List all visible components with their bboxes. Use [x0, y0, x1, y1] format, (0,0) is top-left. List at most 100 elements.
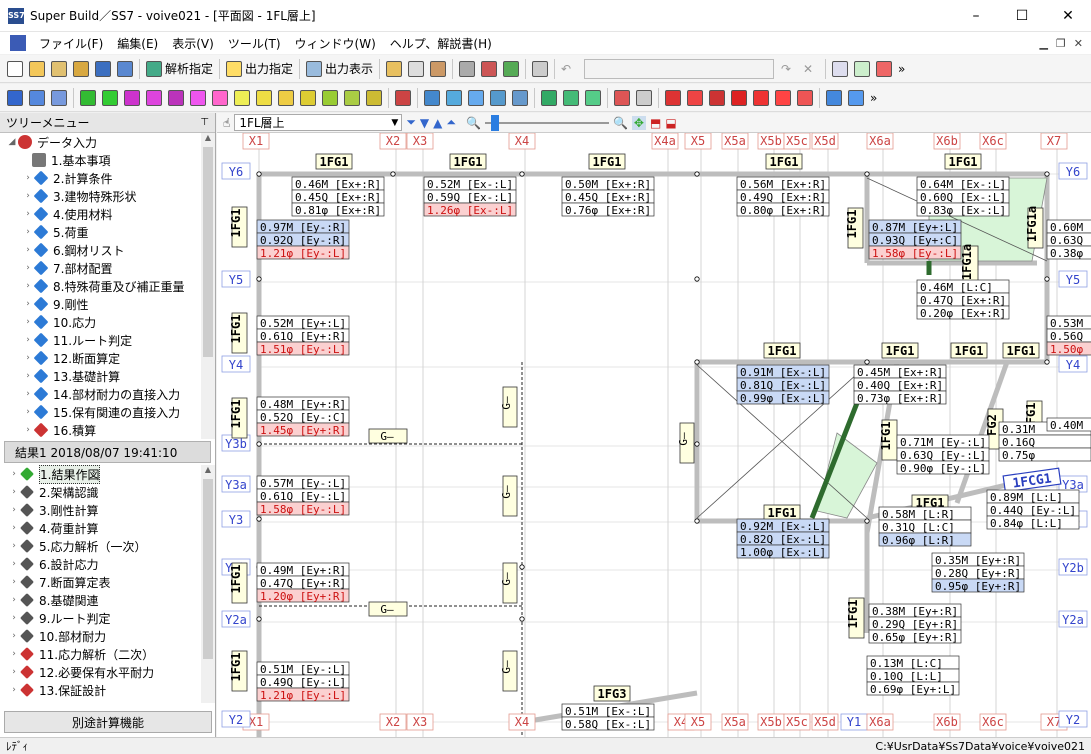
result-scroll-up-arrow[interactable]: ▲	[201, 465, 215, 474]
open-icon[interactable]	[26, 58, 48, 80]
report-icon[interactable]	[383, 58, 405, 80]
pin-icon[interactable]: ⊤	[200, 117, 209, 128]
node-add-icon[interactable]	[465, 87, 487, 109]
mdi-close-icon[interactable]: ✕	[1074, 37, 1083, 50]
horizontal-link-icon[interactable]	[823, 87, 845, 109]
expand-icon[interactable]: ›	[8, 505, 20, 515]
menu-file[interactable]: ファイル(F)	[32, 35, 110, 52]
tree-item-7[interactable]: › 7.部材配置	[0, 259, 215, 277]
tree-item-4[interactable]: › 4.使用材料	[0, 205, 215, 223]
expand-icon[interactable]: ›	[8, 667, 20, 677]
frame-icon[interactable]	[851, 58, 873, 80]
expand-icon[interactable]: ›	[8, 685, 20, 695]
result-item-6[interactable]: › 6.設計応力	[0, 555, 215, 573]
redo-icon[interactable]: ↷	[778, 58, 800, 80]
tree-item-12[interactable]: › 12.断面算定	[0, 349, 215, 367]
new-icon[interactable]	[4, 58, 26, 80]
expand-icon[interactable]: ›	[22, 227, 34, 237]
tree-item-10[interactable]: › 10.応力	[0, 313, 215, 331]
tree-scrollbar[interactable]: ▲	[201, 133, 215, 439]
expand-icon[interactable]: ›	[22, 407, 34, 417]
zoom-slider-thumb[interactable]	[490, 114, 499, 131]
undo-icon[interactable]: ↶	[558, 58, 580, 80]
tree-item-15[interactable]: › 15.保有関連の直接入力	[0, 403, 215, 421]
tree-item-11[interactable]: › 11.ルート判定	[0, 331, 215, 349]
expand-icon[interactable]: ›	[22, 389, 34, 399]
close-button[interactable]: ✕	[1045, 0, 1091, 32]
green-column-icon[interactable]	[319, 87, 341, 109]
expand-icon[interactable]: ›	[22, 245, 34, 255]
load-down-icon[interactable]	[662, 87, 684, 109]
result-item-7[interactable]: › 7.断面算定表	[0, 573, 215, 591]
grid-icon[interactable]	[873, 58, 895, 80]
expand-icon[interactable]: ›	[22, 299, 34, 309]
app-menu-icon[interactable]	[10, 35, 26, 51]
tree-item-2[interactable]: › 2.計算条件	[0, 169, 215, 187]
result-item-10[interactable]: › 10.部材耐力	[0, 627, 215, 645]
expand-icon[interactable]: ›	[8, 469, 20, 479]
result-item-3[interactable]: › 3.剛性計算	[0, 501, 215, 519]
expand-icon[interactable]: ›	[8, 613, 20, 623]
floor-top-icon[interactable]: ⏷	[406, 115, 416, 130]
result-item-2[interactable]: › 2.架構認識	[0, 483, 215, 501]
menu-view[interactable]: 表示(V)	[165, 35, 221, 52]
history-combo[interactable]	[584, 58, 775, 79]
distributed-load-icon[interactable]	[772, 87, 794, 109]
expand-icon[interactable]: ›	[22, 281, 34, 291]
hand-icon[interactable]: ☝	[223, 116, 230, 130]
house-icon[interactable]	[611, 87, 633, 109]
node-move-icon[interactable]	[443, 87, 465, 109]
load-arrow-icon[interactable]	[684, 87, 706, 109]
tree-item-8[interactable]: › 8.特殊荷重及び補正重量	[0, 277, 215, 295]
tree-item-16[interactable]: › 16.積算	[0, 421, 215, 439]
print-icon[interactable]	[456, 58, 478, 80]
zoom-out-icon[interactable]: 🔍	[466, 116, 481, 130]
csv-import-icon[interactable]	[500, 58, 522, 80]
expand-icon[interactable]: ›	[22, 371, 34, 381]
panel-icon[interactable]	[209, 87, 231, 109]
lateral-load-icon[interactable]	[750, 87, 772, 109]
output-settings-button[interactable]: 出力指定	[223, 58, 296, 80]
expand-icon[interactable]: ›	[8, 487, 20, 497]
pencil-icon[interactable]	[231, 87, 253, 109]
zoom-slider[interactable]	[484, 114, 609, 131]
beam-icon[interactable]	[99, 87, 121, 109]
node-insert-icon[interactable]	[509, 87, 531, 109]
menu-window[interactable]: ウィンドウ(W)	[288, 35, 383, 52]
menu-edit[interactable]: 編集(E)	[110, 35, 165, 52]
yellow-beam-icon[interactable]	[253, 87, 275, 109]
frame-grid-icon[interactable]	[26, 87, 48, 109]
tree-root[interactable]: ◢ データ入力	[0, 133, 215, 151]
comment-icon[interactable]	[529, 58, 551, 80]
result-scrollbar[interactable]: ▲	[201, 465, 215, 703]
floor-up-icon[interactable]: ▲	[433, 116, 442, 130]
collapse-icon[interactable]: ◢	[6, 137, 18, 147]
expand-icon[interactable]: ›	[22, 263, 34, 273]
result-item-12[interactable]: › 12.必要保有水平耐力	[0, 663, 215, 681]
yellow-column-icon[interactable]	[297, 87, 319, 109]
fit-icon[interactable]: ✥	[631, 115, 646, 130]
envelope-icon[interactable]	[275, 87, 297, 109]
save-as-icon[interactable]	[114, 58, 136, 80]
export-up-icon[interactable]: ⬒	[650, 116, 661, 130]
expand-icon[interactable]: ›	[22, 425, 34, 435]
tree-item-13[interactable]: › 13.基礎計算	[0, 367, 215, 385]
result-item-5[interactable]: › 5.応力解析（一次）	[0, 537, 215, 555]
minimize-button[interactable]: –	[953, 0, 999, 32]
list-icon[interactable]	[405, 58, 427, 80]
result-item-1[interactable]: › 1.結果作図	[0, 465, 215, 484]
maximize-button[interactable]: ☐	[999, 0, 1045, 32]
floor-down-icon[interactable]: ▼	[420, 116, 429, 130]
export-down-icon[interactable]: ⬓	[665, 116, 676, 130]
connection-icon[interactable]	[538, 87, 560, 109]
stamp-icon[interactable]	[427, 58, 449, 80]
expand-icon[interactable]: ›	[22, 173, 34, 183]
lock-icon[interactable]	[70, 58, 92, 80]
mesh-icon[interactable]	[392, 87, 414, 109]
base-icon[interactable]	[582, 87, 604, 109]
expand-icon[interactable]: ›	[22, 191, 34, 201]
open-data-icon[interactable]	[48, 58, 70, 80]
menu-help[interactable]: ヘルプ、解説書(H)	[383, 35, 499, 52]
expand-icon[interactable]: ›	[8, 541, 20, 551]
pull-icon[interactable]	[794, 87, 816, 109]
